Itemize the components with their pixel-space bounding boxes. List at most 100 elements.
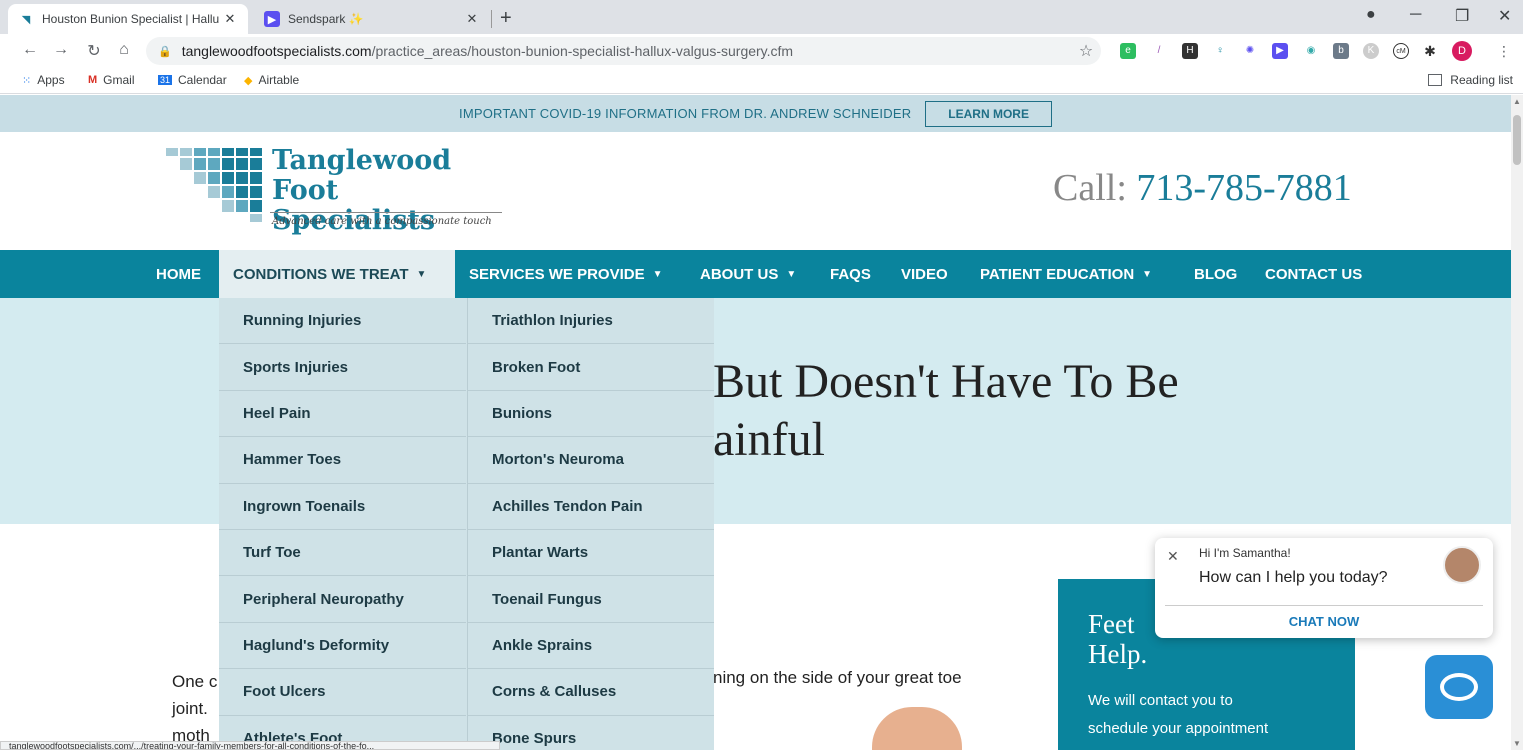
scroll-thumb[interactable]	[1513, 115, 1521, 165]
pen-extension-icon[interactable]: /	[1151, 43, 1167, 59]
bookmarks-bar: ⁙ Apps M Gmail 31 Calendar ◆ Airtable Re…	[0, 68, 1523, 94]
tab-title: Sendspark ✨	[288, 12, 364, 26]
learn-more-button[interactable]: LEARN MORE	[925, 100, 1052, 127]
extensions-puzzle-icon[interactable]: ✱	[1422, 43, 1438, 59]
nav-services-we-provide[interactable]: SERVICES WE PROVIDE ▼	[469, 250, 663, 298]
dropdown-item[interactable]: Turf Toe	[219, 530, 466, 577]
dropdown-item[interactable]: Toenail Fungus	[468, 576, 714, 623]
bookmark-calendar[interactable]: 31 Calendar	[158, 73, 227, 87]
new-tab-icon[interactable]: +	[500, 8, 512, 28]
call-phone[interactable]: Call: 713-785-7881	[1053, 166, 1352, 210]
bookmark-star-icon[interactable]: ☆	[1071, 41, 1101, 61]
profile-avatar[interactable]: D	[1452, 41, 1472, 61]
reload-icon[interactable]: ↻	[84, 41, 104, 61]
main-navigation: HOME CONDITIONS WE TREAT ▼ SERVICES WE PR…	[0, 250, 1511, 298]
dropdown-item[interactable]: Haglund's Deformity	[219, 623, 466, 670]
caret-down-icon: ▼	[652, 268, 663, 280]
chat-agent-greeting: Hi I'm Samantha!	[1199, 546, 1291, 560]
browser-menu-icon[interactable]: ⋮	[1496, 43, 1512, 59]
address-bar[interactable]: 🔒 tanglewoodfootspecialists.com/practice…	[146, 37, 1101, 65]
call-label: Call:	[1053, 167, 1127, 209]
nav-faqs[interactable]: FAQS	[830, 250, 871, 298]
body-paragraph: One c joint. moth	[172, 672, 218, 745]
reading-list-button[interactable]: Reading list	[1428, 73, 1513, 87]
bookmark-gmail[interactable]: M Gmail	[88, 73, 135, 87]
evernote-extension-icon[interactable]: e	[1120, 43, 1136, 59]
site-header: Tanglewood Foot Specialists Advanced car…	[0, 132, 1511, 250]
home-icon[interactable]: ⌂	[114, 41, 134, 59]
back-icon[interactable]: ←	[20, 41, 40, 59]
status-bar-url: tanglewoodfootspecialists.com/.../treati…	[0, 741, 500, 750]
star-extension-icon[interactable]: ✺	[1242, 43, 1258, 59]
site-logo[interactable]: Tanglewood Foot Specialists Advanced car…	[166, 146, 506, 236]
nav-conditions-we-treat[interactable]: CONDITIONS WE TREAT ▼	[219, 250, 455, 298]
lock-icon: 🔒	[158, 45, 172, 58]
close-icon[interactable]: ✕	[464, 11, 480, 27]
tab-bar: ◥ Houston Bunion Specialist | Hallu ✕ ▶ …	[0, 0, 1523, 34]
dropdown-item[interactable]: Sports Injuries	[219, 344, 466, 391]
close-icon[interactable]: ✕	[222, 11, 238, 27]
forward-icon[interactable]: →	[51, 41, 71, 59]
maximize-icon[interactable]: ❐	[1455, 6, 1469, 26]
chat-now-button[interactable]: CHAT NOW	[1155, 614, 1493, 629]
dropdown-item[interactable]: Running Injuries	[219, 298, 466, 345]
dropdown-column-left: Running Injuries Sports Injuries Heel Pa…	[219, 298, 466, 750]
scroll-down-icon[interactable]: ▼	[1513, 739, 1521, 748]
tab-houston-bunion[interactable]: ◥ Houston Bunion Specialist | Hallu ✕	[8, 4, 248, 34]
minimize-icon[interactable]: ─	[1410, 6, 1421, 24]
dropdown-item[interactable]: Ankle Sprains	[468, 623, 714, 670]
chat-launcher-button[interactable]	[1425, 655, 1493, 719]
tab-title: Houston Bunion Specialist | Hallu	[42, 12, 220, 26]
page-scrollbar[interactable]: ▲ ▼	[1511, 95, 1523, 750]
airtable-icon: ◆	[244, 74, 253, 87]
bookmark-apps[interactable]: ⁙ Apps	[22, 73, 65, 87]
nav-video[interactable]: VIDEO	[901, 250, 948, 298]
apps-grid-icon: ⁙	[22, 74, 32, 87]
bookmark-airtable[interactable]: ◆ Airtable	[244, 73, 299, 87]
sendspark-extension-icon[interactable]: ▶	[1272, 43, 1288, 59]
profile-menu-icon[interactable]: ●	[1366, 6, 1376, 24]
dropdown-item[interactable]: Peripheral Neuropathy	[219, 576, 466, 623]
dropdown-item[interactable]: Bone Spurs	[468, 716, 714, 750]
caret-down-icon: ▼	[786, 268, 797, 280]
reading-list-icon	[1428, 74, 1443, 86]
dropdown-item[interactable]: Ingrown Toenails	[219, 484, 466, 530]
support-extension-icon[interactable]: ◉	[1303, 43, 1319, 59]
close-icon[interactable]: ✕	[1167, 548, 1179, 565]
dropdown-item[interactable]: Hammer Toes	[219, 437, 466, 484]
dropdown-item[interactable]: Broken Foot	[468, 344, 714, 391]
nav-patient-education[interactable]: PATIENT EDUCATION ▼	[980, 250, 1152, 298]
chat-divider	[1165, 605, 1483, 606]
body-paragraph-fragment: ning on the side of your great toe	[713, 668, 962, 687]
brand-tagline: Advanced care with a compassionate touch	[272, 216, 492, 227]
covid-banner: IMPORTANT COVID-19 INFORMATION FROM DR. …	[0, 95, 1511, 132]
k-extension-icon[interactable]: K	[1363, 43, 1379, 59]
foot-image	[872, 707, 962, 750]
brand-name-line2: Foot Specialists	[272, 175, 436, 236]
hero-title: But Doesn't Have To Be ainful	[713, 355, 1179, 466]
phone-number[interactable]: 713-785-7881	[1136, 167, 1351, 209]
nav-blog[interactable]: BLOG	[1194, 250, 1237, 298]
key-extension-icon[interactable]: ♀	[1212, 43, 1228, 59]
nav-home[interactable]: HOME	[156, 250, 201, 298]
tab-sendspark[interactable]: ▶ Sendspark ✨ ✕	[254, 4, 490, 34]
cm-extension-icon[interactable]: cM	[1393, 43, 1409, 59]
url-text: tanglewoodfootspecialists.com/practice_a…	[181, 43, 794, 59]
gmail-icon: M	[88, 74, 98, 86]
dropdown-item[interactable]: Plantar Warts	[468, 530, 714, 577]
bookmark-extension-icon[interactable]: b	[1333, 43, 1349, 59]
dropdown-item[interactable]: Bunions	[468, 391, 714, 438]
dropdown-item[interactable]: Foot Ulcers	[219, 669, 466, 716]
dropdown-item[interactable]: Corns & Calluses	[468, 669, 714, 716]
dropdown-item[interactable]: Morton's Neuroma	[468, 437, 714, 484]
dropdown-item[interactable]: Triathlon Injuries	[468, 298, 714, 345]
dropdown-item[interactable]: Heel Pain	[219, 391, 466, 438]
tanglewood-favicon-icon: ◥	[21, 13, 31, 26]
chat-popup: ✕ Hi I'm Samantha! How can I help you to…	[1155, 538, 1493, 638]
scroll-up-icon[interactable]: ▲	[1513, 97, 1521, 106]
dropdown-item[interactable]: Achilles Tendon Pain	[468, 484, 714, 530]
nav-contact-us[interactable]: CONTACT US	[1265, 250, 1362, 298]
save-extension-icon[interactable]: H	[1182, 43, 1198, 59]
close-window-icon[interactable]: ✕	[1498, 6, 1511, 26]
nav-about-us[interactable]: ABOUT US ▼	[700, 250, 796, 298]
